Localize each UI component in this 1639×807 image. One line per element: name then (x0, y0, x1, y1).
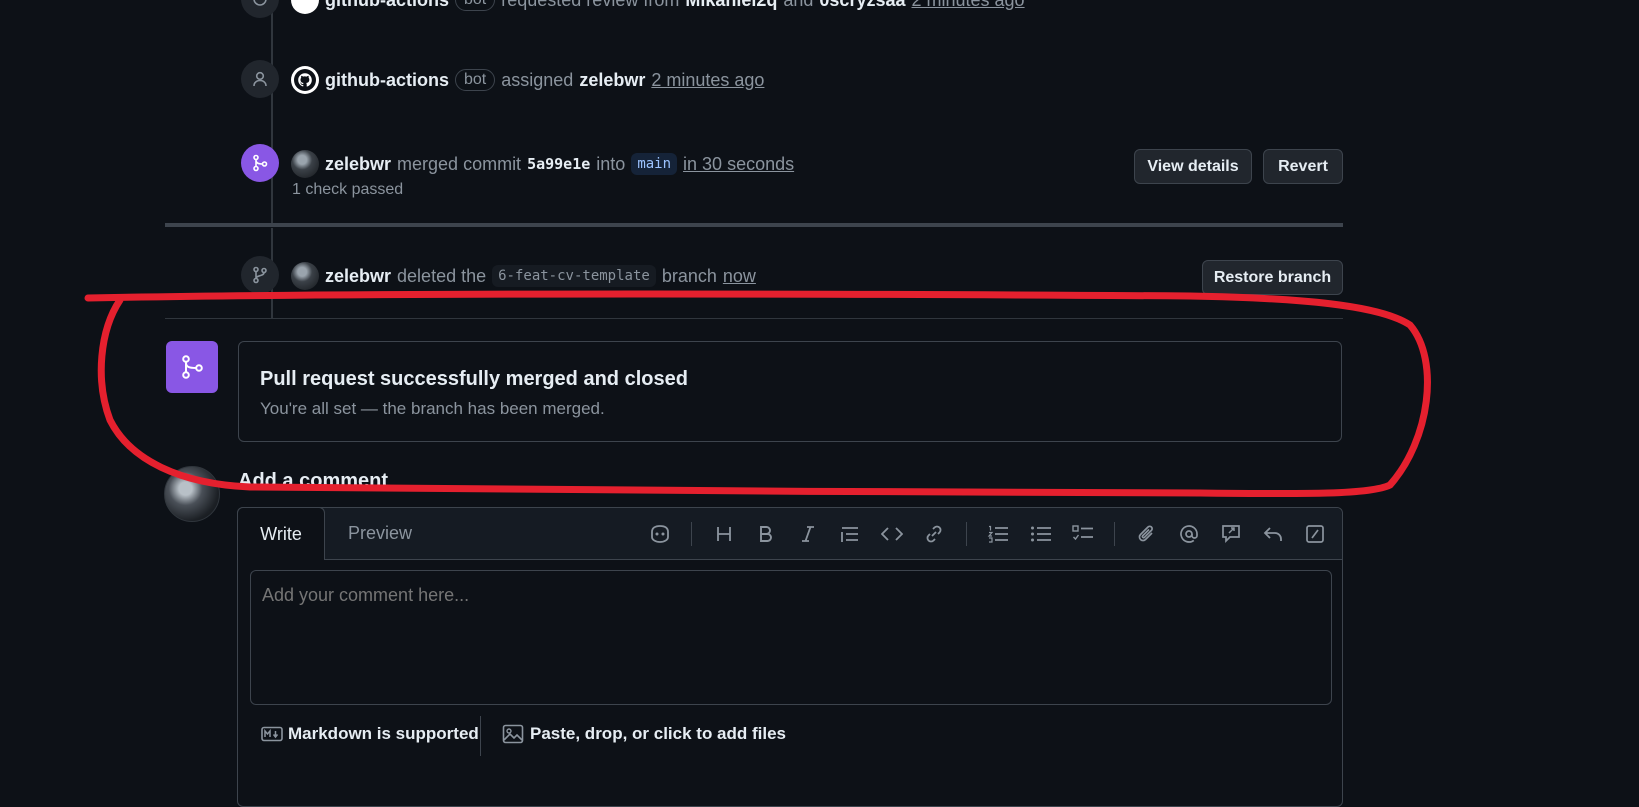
event-action: assigned (501, 69, 574, 90)
current-user-avatar[interactable] (164, 466, 220, 522)
event-actor[interactable]: github-actions (325, 70, 449, 91)
footer-separator (480, 716, 481, 756)
attach-note: Paste, drop, or click to add files (530, 724, 787, 743)
merge-icon (182, 355, 203, 379)
avatar[interactable] (291, 262, 319, 290)
attach-icon[interactable] (1134, 521, 1160, 547)
bulleted-list-icon[interactable] (1028, 521, 1054, 547)
merged-status-badge (166, 341, 218, 393)
github-actions-avatar[interactable] (291, 66, 319, 94)
event-action: deleted the (397, 265, 487, 286)
bold-icon[interactable] (753, 521, 779, 547)
markdown-icon (261, 726, 283, 742)
event-action: merged commit (397, 153, 522, 174)
toolbar-separator (1114, 522, 1115, 546)
event-and: and (783, 0, 813, 11)
markdown-note: Markdown is supported (288, 724, 479, 743)
timeline-event-assigned: github-actions bot assigned zelebwr 2 mi… (291, 66, 764, 94)
merge-status-subtitle: You're all set — the branch has been mer… (260, 399, 605, 418)
checks-status[interactable]: 1 check passed (292, 181, 403, 199)
comment-textarea[interactable] (250, 570, 1332, 705)
copilot-icon[interactable] (647, 521, 673, 547)
italic-icon[interactable] (795, 521, 821, 547)
add-comment-heading: Add a comment (238, 470, 389, 492)
timeline-eye-icon (241, 0, 279, 18)
branch-name[interactable]: main (631, 153, 678, 175)
code-icon[interactable] (879, 521, 905, 547)
restore-branch-button[interactable]: Restore branch (1202, 260, 1343, 295)
branch-name: 6-feat-cv-template (492, 265, 656, 287)
event-actor[interactable]: zelebwr (325, 266, 391, 287)
tab-preview[interactable]: Preview (348, 508, 412, 559)
assignee-name[interactable]: zelebwr (579, 70, 645, 91)
revert-button[interactable]: Revert (1263, 149, 1343, 184)
github-actions-avatar (291, 0, 319, 14)
slash-command-icon[interactable] (1302, 521, 1328, 547)
mention-icon[interactable] (1176, 521, 1202, 547)
timeline-line (271, 0, 273, 225)
timeline-branch-icon (241, 256, 279, 294)
tab-write[interactable]: Write (237, 507, 325, 560)
link-icon[interactable] (921, 521, 947, 547)
image-icon (502, 724, 524, 744)
toolbar-separator (966, 522, 967, 546)
reviewer-name[interactable]: Mikaniel2q (685, 0, 777, 11)
event-time-link[interactable]: 2 minutes ago (651, 70, 764, 91)
event-into: into (596, 153, 626, 174)
timeline-event-branch-deleted: zelebwr deleted the 6-feat-cv-template b… (291, 262, 756, 290)
timeline-divider (165, 223, 1343, 227)
timeline-divider (165, 318, 1343, 319)
avatar[interactable] (291, 150, 319, 178)
commit-sha-link[interactable]: 5a99e1e (527, 155, 590, 173)
bot-badge: bot (455, 69, 496, 91)
timeline-event-review-requested: github-actions bot requested review from… (291, 0, 1025, 14)
task-list-icon[interactable] (1070, 521, 1096, 547)
editor-toolbar: Write Preview (237, 507, 1342, 560)
quote-icon[interactable] (837, 521, 863, 547)
heading-icon[interactable] (711, 521, 737, 547)
timeline-merge-icon (241, 144, 279, 182)
toolbar-separator (691, 522, 692, 546)
event-time-link[interactable]: in 30 seconds (683, 154, 794, 175)
event-text: requested review from (501, 0, 679, 11)
reviewer-name[interactable]: 0scryzsaa (819, 0, 905, 11)
event-actor[interactable]: zelebwr (325, 154, 391, 175)
bot-badge: bot (455, 0, 496, 11)
view-details-button[interactable]: View details (1134, 149, 1252, 184)
timeline-person-icon (241, 60, 279, 98)
merge-status-title: Pull request successfully merged and clo… (260, 368, 688, 390)
github-logo-icon (294, 69, 316, 91)
markdown-supported-link[interactable]: Markdown is supported (261, 724, 479, 744)
event-actor[interactable]: github-actions (325, 0, 449, 11)
event-time-link[interactable]: 2 minutes ago (912, 0, 1025, 11)
numbered-list-icon[interactable] (985, 521, 1011, 547)
attach-files-link[interactable]: Paste, drop, or click to add files (502, 724, 786, 744)
reference-icon[interactable] (1218, 521, 1244, 547)
comment-editor: Write Preview Add your comment here... M… (237, 507, 1343, 807)
timeline-event-merged: zelebwr merged commit 5a99e1e into main … (291, 150, 794, 178)
event-suffix: branch (661, 265, 717, 286)
reply-icon[interactable] (1260, 521, 1286, 547)
event-time-link[interactable]: now (723, 266, 756, 287)
merge-status-box: Pull request successfully merged and clo… (238, 341, 1342, 442)
